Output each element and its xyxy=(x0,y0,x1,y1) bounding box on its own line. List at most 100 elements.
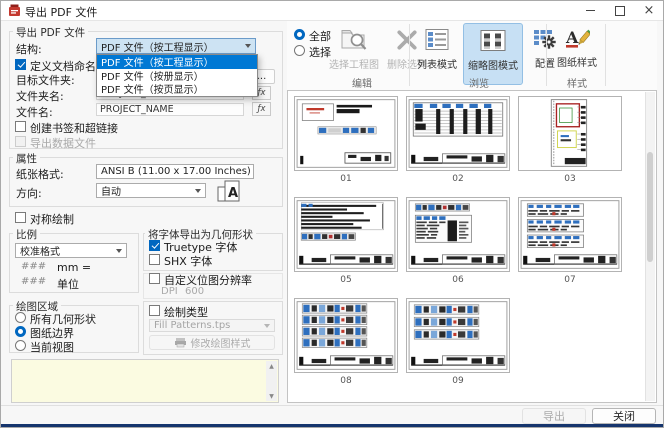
chevron-down-icon xyxy=(195,189,201,193)
chevron-down-icon xyxy=(264,324,270,328)
naming-formula-checkbox[interactable] xyxy=(15,59,26,70)
file-name-field[interactable]: PROJECT_NAME xyxy=(96,103,244,116)
edit-group-caption: 编辑 xyxy=(352,75,372,90)
select-drawing-icon xyxy=(340,26,368,53)
thumbnail-label: 05 xyxy=(294,275,398,285)
calibration-combobox[interactable]: 校准格式 xyxy=(15,243,127,258)
paper-format-value: ANSI B (11.00 x 17.00 Inches) xyxy=(101,166,251,177)
scrollbar-thumb[interactable] xyxy=(647,152,653,262)
file-name-value: PROJECT_NAME xyxy=(100,104,174,115)
file-formula-button[interactable]: ƒx xyxy=(252,102,271,116)
dropdown-option[interactable]: PDF 文件（按册显示） xyxy=(97,69,257,83)
paper-format-combobox[interactable]: ANSI B (11.00 x 17.00 Inches) xyxy=(96,164,254,179)
close-button-label: 关闭 xyxy=(613,408,635,424)
svg-text:A: A xyxy=(565,28,579,47)
browse-group-caption: 浏览 xyxy=(469,75,489,90)
formula-icon: ƒx xyxy=(257,88,265,98)
thumbnail-sheet-02[interactable] xyxy=(406,96,510,171)
area-all-geometry-radio[interactable] xyxy=(15,312,26,323)
thumbnail-sheet-07[interactable] xyxy=(518,197,622,272)
thumbnail-label: 07 xyxy=(518,275,622,285)
thumbnail-sheet-01[interactable] xyxy=(294,96,398,171)
orientation-label: 方向: xyxy=(16,185,42,201)
bookmarks-label: 创建书签和超链接 xyxy=(30,120,118,136)
properties-group-title: 属性 xyxy=(13,151,40,166)
scale-unit-hash: ### xyxy=(21,276,46,287)
scale-rate-hash: ### xyxy=(21,261,46,272)
thumbnail-mode-label: 缩略图模式 xyxy=(468,57,518,72)
scroll-down-icon[interactable]: ▼ xyxy=(266,391,277,401)
export-button-label: 导出 xyxy=(543,408,565,424)
list-mode-button[interactable]: 列表模式 xyxy=(412,23,462,85)
thumbnail-label: 06 xyxy=(406,275,510,285)
close-button[interactable]: × xyxy=(634,1,664,20)
note-scrollbar[interactable]: ▲ ▼ xyxy=(266,361,277,401)
thumbnail-sheet-09[interactable] xyxy=(406,298,510,373)
description-box[interactable]: ▲ ▼ xyxy=(11,359,279,403)
thumbnail-label: 03 xyxy=(518,174,622,184)
export-data-label: 导出数据文件 xyxy=(30,135,96,151)
symmetry-checkbox[interactable] xyxy=(15,212,26,223)
thumbnail-label: 08 xyxy=(294,376,398,386)
thumbnail-drawing xyxy=(295,198,397,271)
select-drawing-label: 选择工程图 xyxy=(329,56,379,71)
scale-group-title: 比例 xyxy=(13,227,40,242)
thumbnail-mode-icon xyxy=(480,29,506,52)
truetype-checkbox[interactable] xyxy=(149,240,160,251)
thumbnail-label: 09 xyxy=(406,376,510,386)
thumbnail-drawing xyxy=(407,198,509,271)
thumbnail-sheet-05[interactable] xyxy=(294,197,398,272)
window-title: 导出 PDF 文件 xyxy=(25,4,97,20)
bottom-accent-bar xyxy=(1,424,663,428)
thumbnail-drawing xyxy=(295,299,397,372)
style-group-caption: 样式 xyxy=(567,75,587,90)
modify-plot-style-button: 修改绘图样式 xyxy=(149,335,275,350)
export-pdf-icon xyxy=(8,4,21,17)
area-current-view-radio[interactable] xyxy=(15,340,26,351)
thumbnail-drawing xyxy=(295,97,397,170)
list-mode-icon xyxy=(425,28,449,51)
area-sheet-boundary-radio[interactable] xyxy=(15,326,26,337)
maximize-button[interactable] xyxy=(605,1,635,20)
ribbon-toolbar: 全部 选择 选择工程图 删除选择 编辑 xyxy=(287,21,657,90)
printer-icon xyxy=(174,337,187,348)
thumbnail-sheet-08[interactable] xyxy=(294,298,398,373)
file-name-label: 文件名: xyxy=(16,104,53,120)
structure-combobox[interactable]: PDF 文件（按工程显示） xyxy=(96,38,256,54)
folder-name-label: 文件夹名: xyxy=(16,88,64,104)
chevron-down-icon xyxy=(245,44,251,48)
calibration-value: 校准格式 xyxy=(20,243,60,258)
orientation-value: 自动 xyxy=(101,183,121,198)
svg-text:A: A xyxy=(228,186,238,201)
dpi-label: DPI xyxy=(161,286,178,297)
export-data-checkbox xyxy=(15,136,26,147)
symmetry-label: 对称绘制 xyxy=(30,211,74,227)
dropdown-option[interactable]: PDF 文件（按页显示） xyxy=(97,82,257,96)
minimize-button[interactable] xyxy=(575,1,605,20)
formula-icon: ƒx xyxy=(257,104,265,114)
thumbnail-label: 02 xyxy=(406,174,510,184)
chevron-down-icon xyxy=(116,249,122,253)
draw-type-checkbox[interactable] xyxy=(149,305,160,316)
structure-label: 结构: xyxy=(16,41,42,57)
orientation-auto-icon: A xyxy=(215,179,243,203)
scope-select-radio[interactable] xyxy=(294,45,305,56)
scale-unit-label: 单位 xyxy=(57,276,79,292)
dropdown-option[interactable]: PDF 文件（按工程显示） xyxy=(97,55,257,69)
ribbon-separator xyxy=(605,24,606,86)
bookmarks-checkbox[interactable] xyxy=(15,121,26,132)
thumbnail-drawing xyxy=(519,97,621,170)
maximize-icon xyxy=(615,6,625,16)
structure-dropdown-list: PDF 文件（按工程显示） PDF 文件（按册显示） PDF 文件（按页显示） xyxy=(96,54,258,97)
thumbnail-scrollbar[interactable] xyxy=(645,92,655,401)
shx-checkbox[interactable] xyxy=(149,254,160,265)
close-dialog-button[interactable]: 关闭 xyxy=(592,408,656,424)
thumbnail-sheet-03[interactable] xyxy=(518,96,622,171)
minimize-icon xyxy=(586,10,595,11)
scroll-up-icon[interactable]: ▲ xyxy=(266,361,277,371)
bitmap-checkbox[interactable] xyxy=(149,273,160,284)
thumbnail-sheet-06[interactable] xyxy=(406,197,510,272)
scope-all-radio[interactable] xyxy=(294,29,305,40)
orientation-combobox[interactable]: 自动 xyxy=(96,183,206,198)
footer-divider xyxy=(1,405,663,406)
